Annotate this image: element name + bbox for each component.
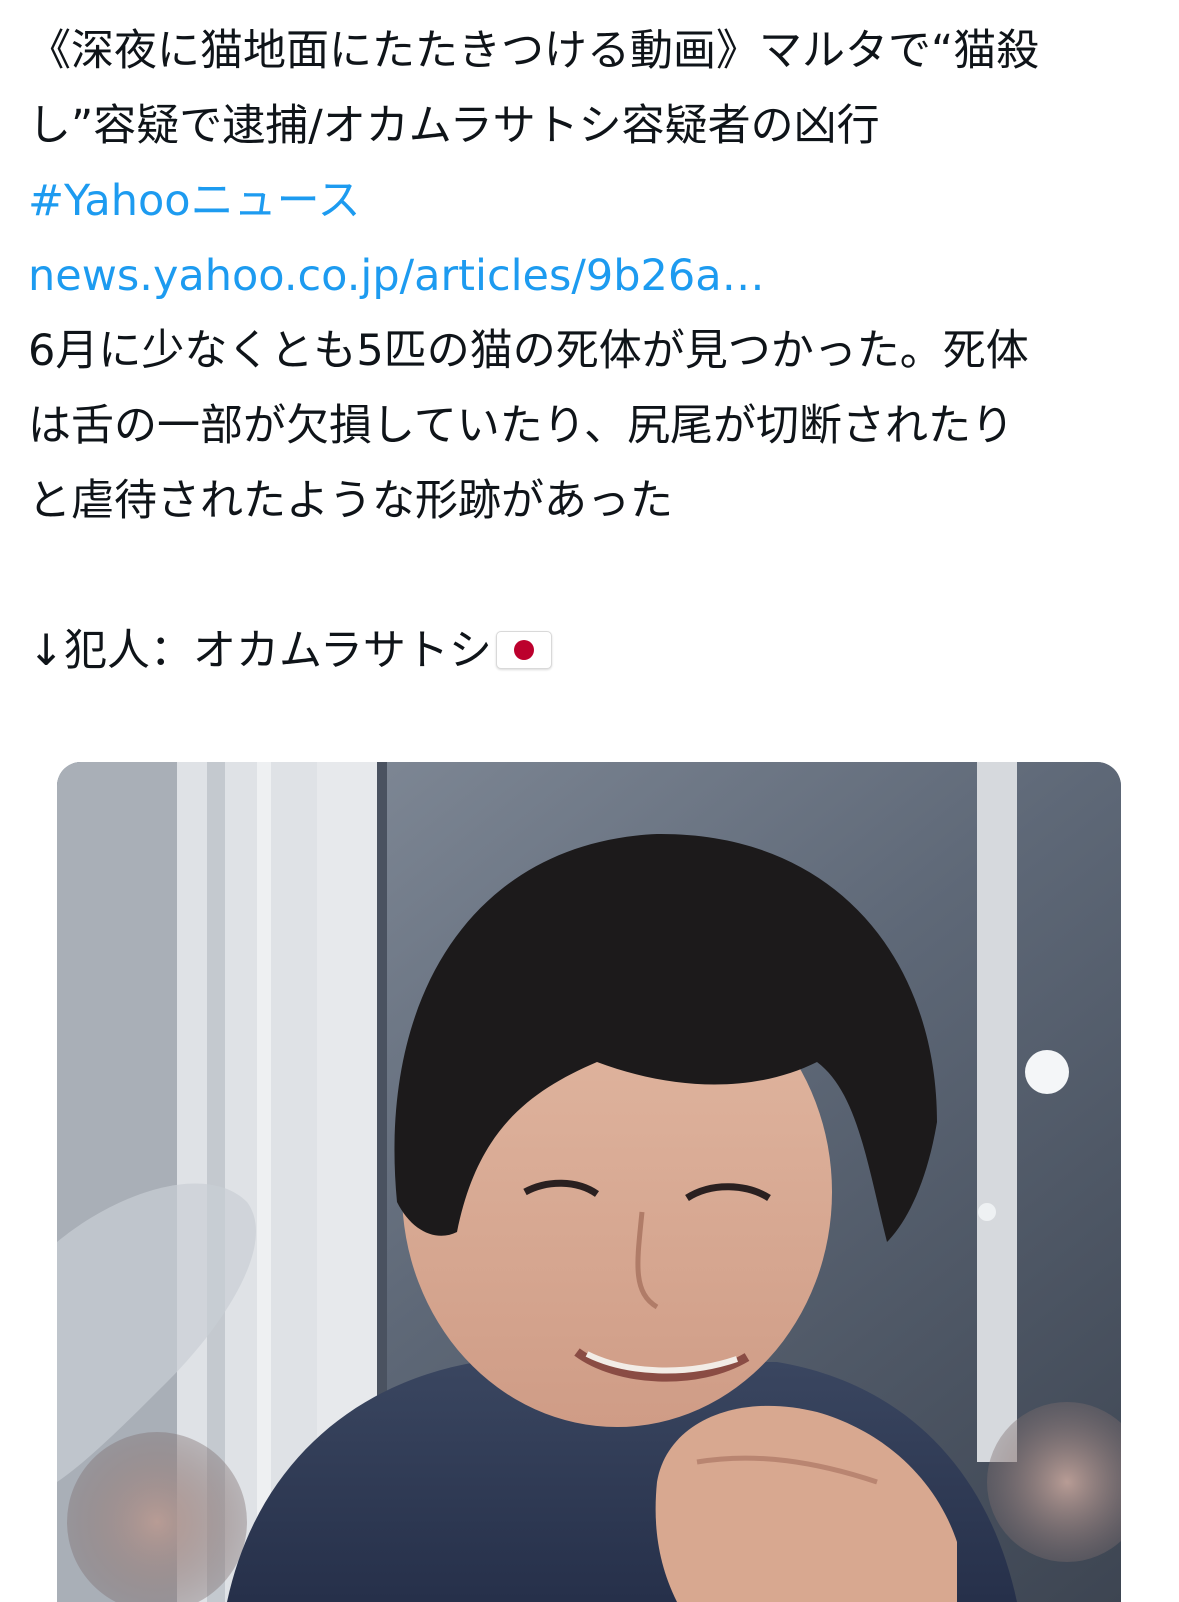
hashtag-link[interactable]: #Yahooニュース xyxy=(28,164,1153,239)
tweet-text: 《深夜に猫地面にたたきつける動画》マルタで“猫殺 し”容疑で逮捕/オカムラサトシ… xyxy=(28,14,1153,689)
tweet-photo[interactable] xyxy=(57,762,1121,1602)
article-link[interactable]: news.yahoo.co.jp/articles/9b26a… xyxy=(28,239,1153,314)
japan-flag-icon xyxy=(495,631,552,669)
tweet-body-line-1: 6月に少なくとも5匹の猫の死体が見つかった。死体 xyxy=(28,326,1029,376)
photo-of-person-icon xyxy=(57,762,1121,1602)
tweet-body-line-3: と虐待されたような形跡があった xyxy=(28,476,673,526)
tweet-body-line-2: は舌の一部が欠損していたり、尻尾が切断されたり xyxy=(28,401,1014,451)
tweet-line-1: 《深夜に猫地面にたたきつける動画》マルタで“猫殺 xyxy=(28,26,1040,76)
culprit-line: ↓犯人：オカムラサトシ xyxy=(28,614,1153,689)
tweet-line-2: し”容疑で逮捕/オカムラサトシ容疑者の凶行 xyxy=(28,101,880,151)
culprit-text: ↓犯人：オカムラサトシ xyxy=(28,626,492,676)
